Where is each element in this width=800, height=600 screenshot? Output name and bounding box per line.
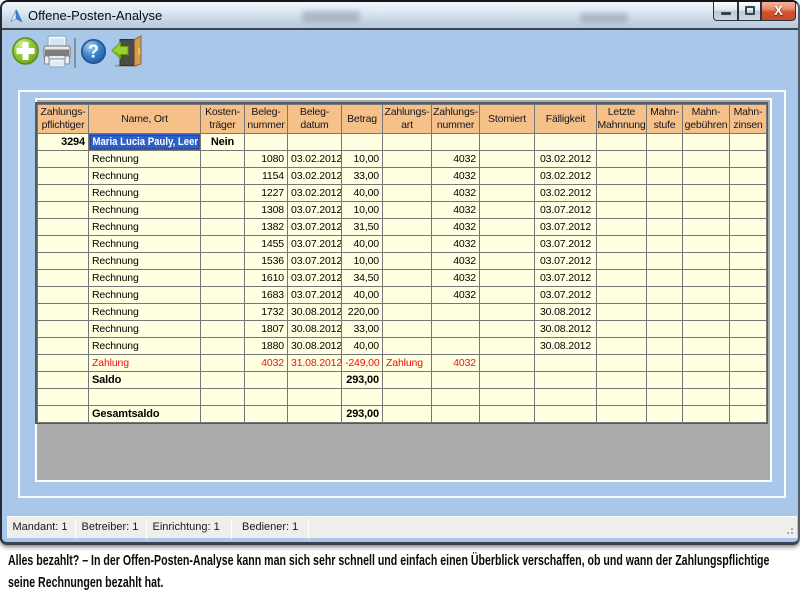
svg-text:?: ? — [88, 42, 99, 62]
